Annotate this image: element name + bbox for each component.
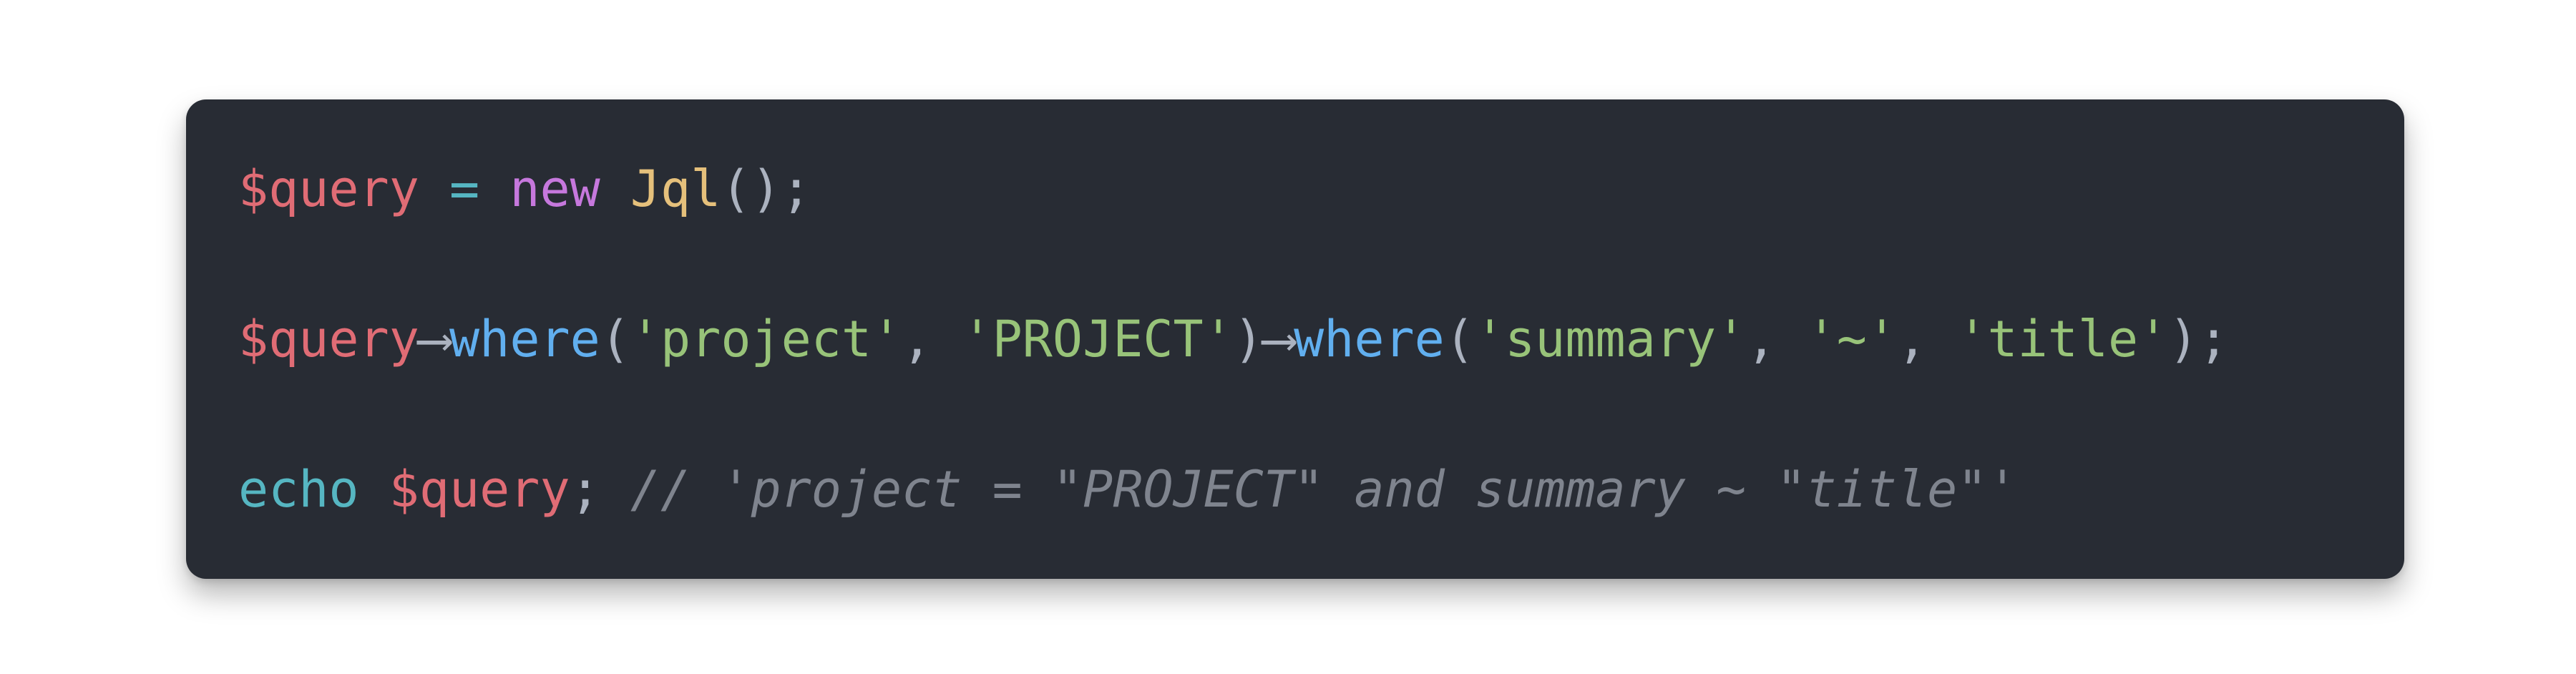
variable-token: $query xyxy=(238,310,419,368)
call-end-punctuation-token: ); xyxy=(2168,310,2229,368)
code-block: $query = new Jql(); $query⟶where('projec… xyxy=(186,99,2404,579)
string-token: '~' xyxy=(1806,310,1898,368)
paren-open-token: ( xyxy=(600,310,630,368)
method-name-token: where xyxy=(449,310,600,368)
code-line-3: echo $query; // 'project = "PROJECT" and… xyxy=(238,457,2018,522)
method-name-token: where xyxy=(1294,310,1445,368)
semicolon-token: ; xyxy=(570,460,630,519)
new-keyword-token: new xyxy=(509,160,600,218)
string-token: 'title' xyxy=(1957,310,2169,368)
variable-token: $query xyxy=(389,460,570,519)
string-token: 'PROJECT' xyxy=(962,310,1234,368)
class-name-token: Jql xyxy=(630,160,721,218)
arrow-operator-token: ⟶ xyxy=(1263,310,1294,368)
assign-operator-token: = xyxy=(419,160,510,218)
comma-token: , xyxy=(1746,310,1807,368)
paren-close-token: ) xyxy=(1233,310,1264,368)
call-punctuation-token: (); xyxy=(721,160,811,218)
arrow-operator-token: ⟶ xyxy=(419,310,450,368)
variable-token: $query xyxy=(238,160,419,218)
string-token: 'summary' xyxy=(1474,310,1747,368)
code-line-1: $query = new Jql(); xyxy=(238,157,811,221)
comma-token: , xyxy=(902,310,962,368)
comment-token: // 'project = "PROJECT" and summary ~ "t… xyxy=(630,460,2018,519)
echo-keyword-token: echo xyxy=(238,460,359,519)
paren-open-token: ( xyxy=(1444,310,1475,368)
string-token: 'project' xyxy=(630,310,902,368)
comma-token: , xyxy=(1897,310,1958,368)
code-line-2: $query⟶where('project', 'PROJECT')⟶where… xyxy=(238,307,2229,371)
